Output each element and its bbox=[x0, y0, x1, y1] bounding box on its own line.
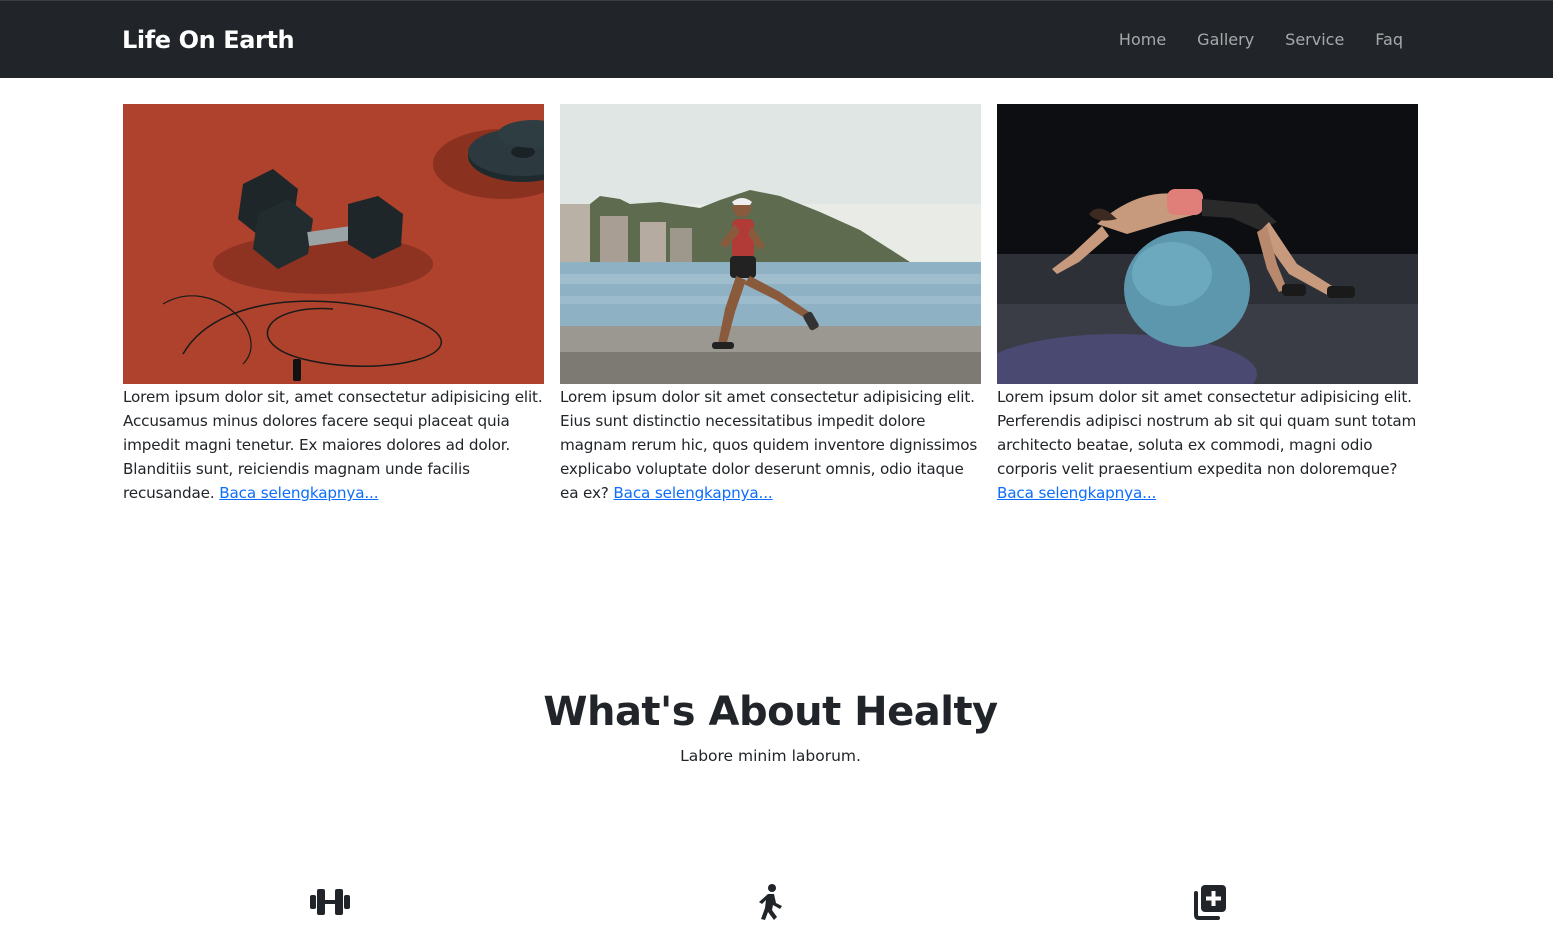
dumbbells-image bbox=[123, 104, 544, 384]
nav-links: Home Gallery Service Faq bbox=[1119, 29, 1403, 51]
nav-link-home[interactable]: Home bbox=[1119, 29, 1166, 51]
read-more-link[interactable]: Baca selengkapnya... bbox=[219, 484, 378, 502]
article-cards: Lorem ipsum dolor sit, amet consectetur … bbox=[123, 104, 1418, 505]
read-more-link[interactable]: Baca selengkapnya... bbox=[997, 484, 1156, 502]
dumbbell-icon bbox=[310, 889, 350, 915]
card-description: Lorem ipsum dolor sit amet consectetur a… bbox=[997, 388, 1417, 478]
read-more-link[interactable]: Baca selengkapnya... bbox=[613, 484, 772, 502]
article-card: Lorem ipsum dolor sit amet consectetur a… bbox=[997, 104, 1418, 505]
walking-person-icon bbox=[759, 884, 782, 920]
article-card: Lorem ipsum dolor sit, amet consectetur … bbox=[123, 104, 544, 505]
nav-link-gallery[interactable]: Gallery bbox=[1197, 29, 1254, 51]
exercise-ball-image bbox=[997, 104, 1418, 384]
brand-logo[interactable]: Life On Earth bbox=[122, 25, 295, 55]
section-title: What's About Healty bbox=[543, 689, 998, 735]
section-subtitle: Labore minim laborum. bbox=[680, 747, 861, 765]
navbar: Life On Earth Home Gallery Service Faq bbox=[0, 0, 1553, 78]
nav-link-faq[interactable]: Faq bbox=[1375, 29, 1403, 51]
article-card: Lorem ipsum dolor sit amet consectetur a… bbox=[560, 104, 981, 505]
runner-image bbox=[560, 104, 981, 384]
nav-link-service[interactable]: Service bbox=[1285, 29, 1344, 51]
medical-plus-copy-icon bbox=[1194, 885, 1226, 920]
